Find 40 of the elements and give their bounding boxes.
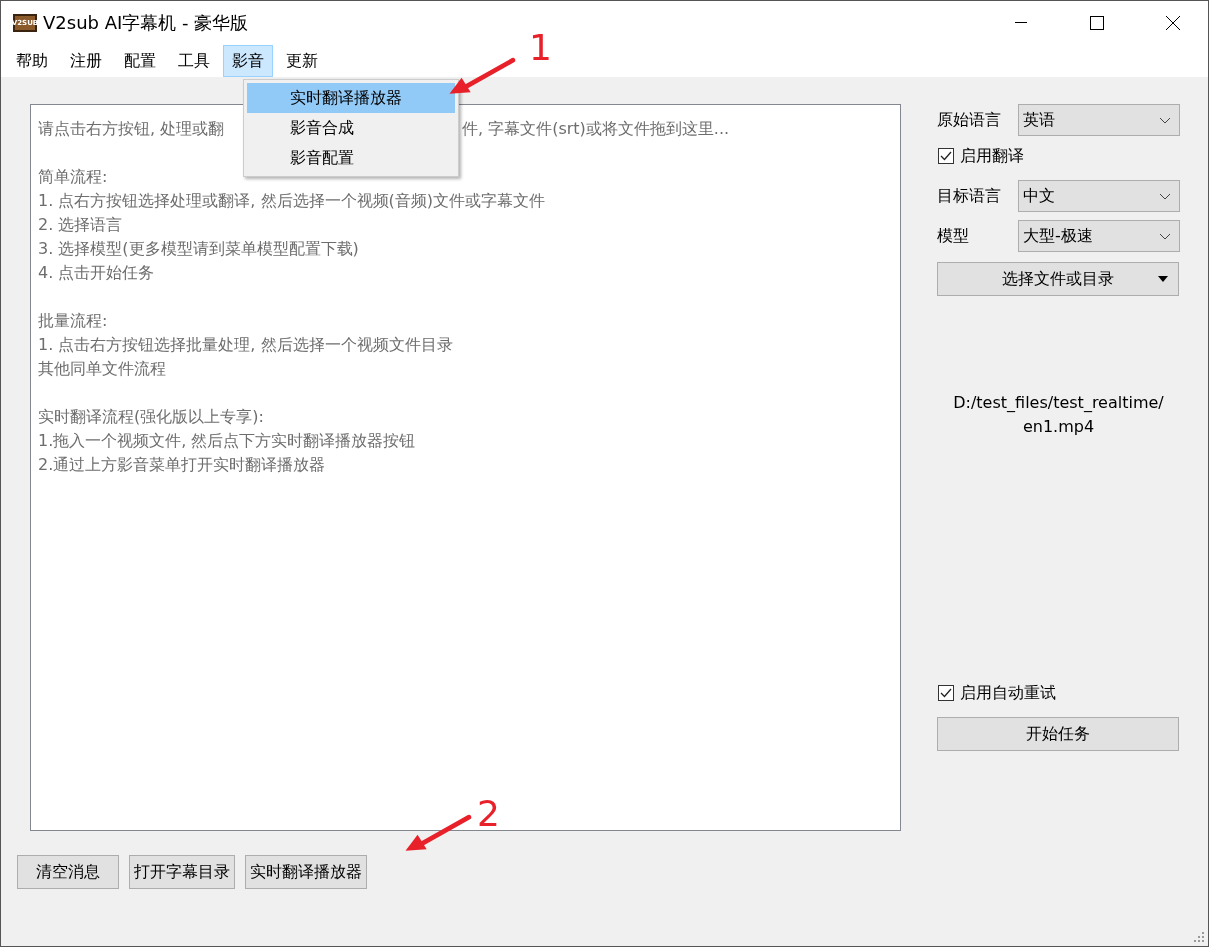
action-button[interactable]: 清空消息 <box>17 855 119 889</box>
message-text: 简单流程: <box>38 166 109 188</box>
field-label: 模型 <box>937 225 970 247</box>
action-button[interactable]: 打开字幕目录 <box>129 855 235 889</box>
message-text: 2. 选择语言 <box>38 214 124 236</box>
message-text: 2.通过上方影音菜单打开实时翻译播放器 <box>38 454 327 476</box>
message-text: 请点击右方按钮, 处理或翻 <box>38 118 225 140</box>
message-text: 实时翻译流程(强化版以上专享): <box>38 406 265 428</box>
dropdown-field[interactable]: 英语 <box>1018 104 1180 136</box>
file-path-text: en1.mp4 <box>1021 416 1096 438</box>
annotation-number: 2 <box>477 793 500 834</box>
dropdown-field[interactable]: 大型-极速 <box>1018 220 1180 252</box>
message-text: 1.拖入一个视频文件, 然后点下方实时翻译播放器按钮 <box>38 430 417 452</box>
message-text: 其他同单文件流程 <box>38 358 167 380</box>
dropdown-field[interactable]: 中文 <box>1018 180 1180 212</box>
menu-item[interactable]: 注册 <box>61 45 111 77</box>
field-label: 目标语言 <box>937 185 1002 207</box>
file-path-text: D:/test_files/test_realtime/ <box>952 392 1165 414</box>
checkbox-label: 启用自动重试 <box>960 682 1056 704</box>
dropdown-menu-item[interactable]: 影音合成 <box>247 113 455 143</box>
menu-item[interactable]: 更新 <box>277 45 327 77</box>
menu-item[interactable]: 影音 <box>223 45 273 77</box>
message-text: 1. 点击右方按钮选择批量处理, 然后选择一个视频文件目录 <box>38 334 454 356</box>
start-task-button[interactable]: 开始任务 <box>937 717 1179 751</box>
dropdown-menu-item[interactable]: 影音配置 <box>247 143 455 173</box>
menu-item[interactable]: 帮助 <box>7 45 57 77</box>
field-label: 原始语言 <box>937 109 1002 131</box>
menu-item[interactable]: 配置 <box>115 45 165 77</box>
message-text: 3. 选择模型(更多模型请到菜单模型配置下载) <box>38 238 360 260</box>
message-text: 4. 点击开始任务 <box>38 262 156 284</box>
choose-file-button[interactable]: 选择文件或目录 <box>937 262 1179 296</box>
message-text: 件, 字幕文件(srt)或将文件拖到这里... <box>462 118 730 140</box>
annotation-number: 1 <box>529 27 552 68</box>
window-title: V2sub AI字幕机 - 豪华版 <box>43 11 250 35</box>
message-text: 1. 点右方按钮选择处理或翻译, 然后选择一个视频(音频)文件或字幕文件 <box>38 190 546 212</box>
action-button[interactable]: 实时翻译播放器 <box>245 855 367 889</box>
menu-item[interactable]: 工具 <box>169 45 219 77</box>
checkbox-label: 启用翻译 <box>960 145 1024 167</box>
dropdown-menu-item[interactable]: 实时翻译播放器 <box>247 83 455 113</box>
message-text: 批量流程: <box>38 310 109 332</box>
